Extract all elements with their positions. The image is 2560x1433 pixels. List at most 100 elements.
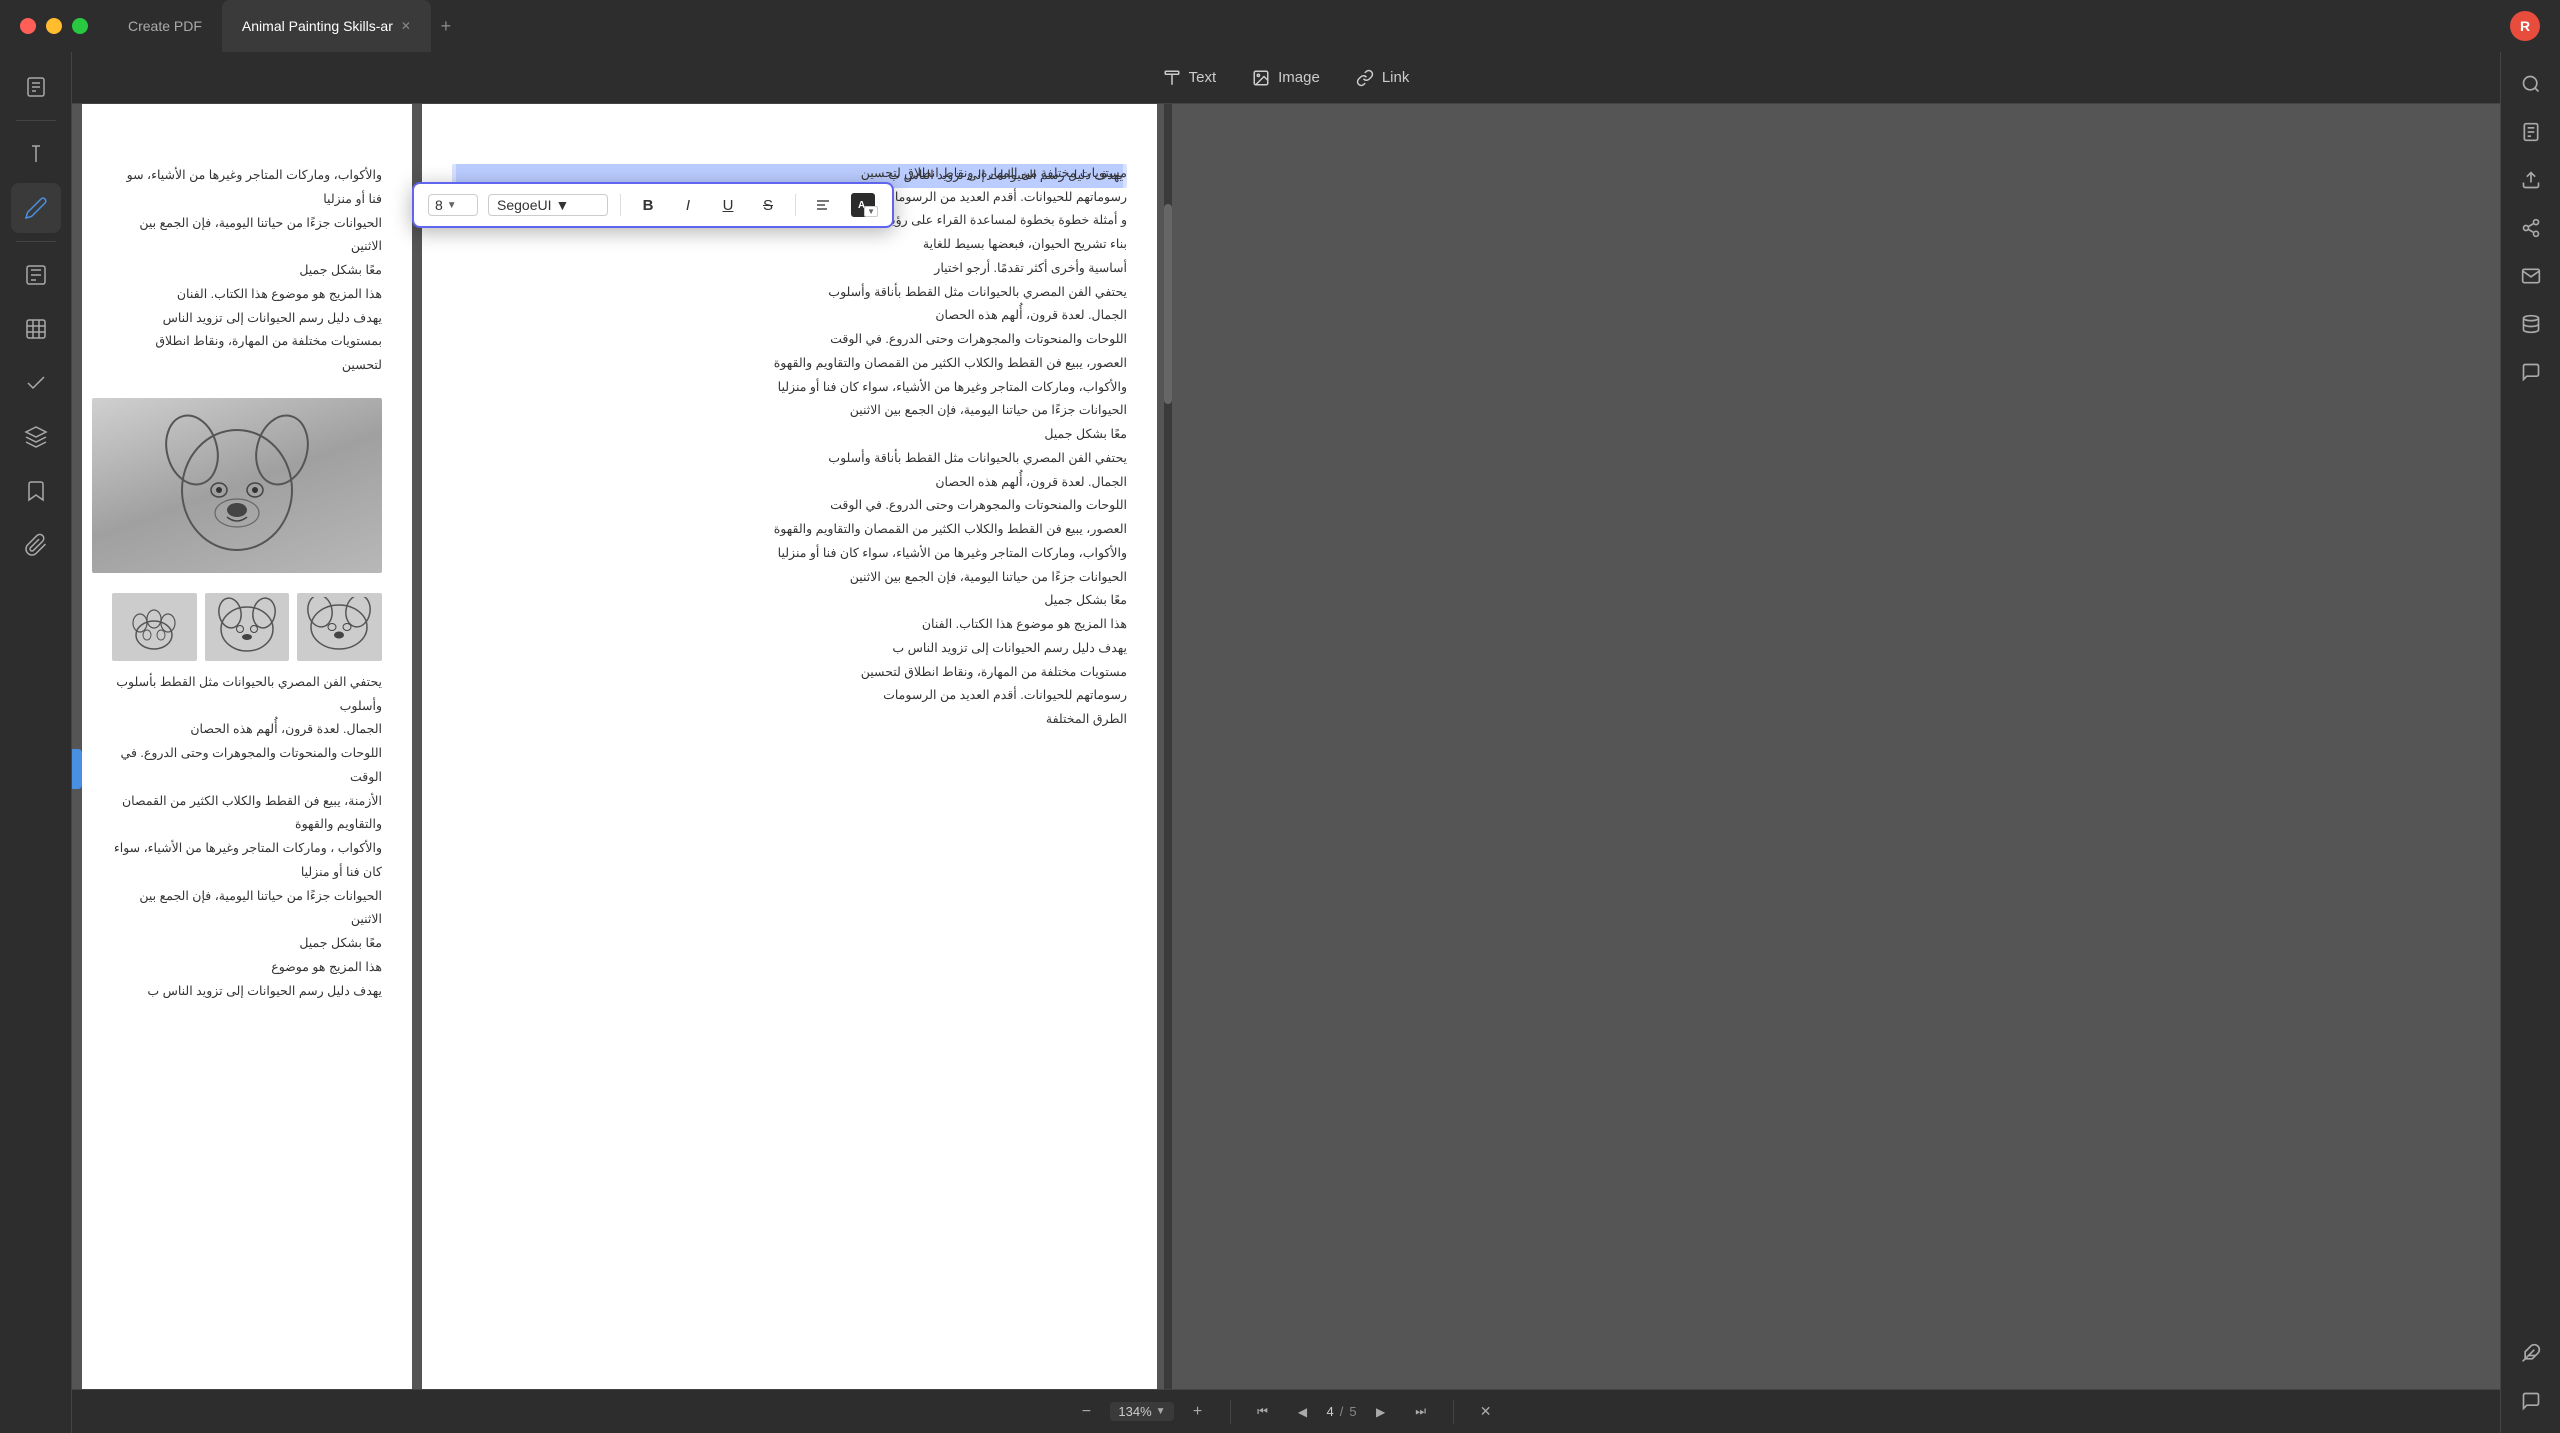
right-pages-icon[interactable] xyxy=(2509,110,2553,154)
forms-icon[interactable] xyxy=(11,250,61,300)
zoom-out-button[interactable]: − xyxy=(1070,1396,1102,1428)
left-line-10: العصور، يبيع فن القطط والكلاب الكثير من … xyxy=(452,352,1127,376)
italic-button[interactable]: I xyxy=(673,191,703,219)
tab-close-icon[interactable]: ✕ xyxy=(401,19,411,33)
text-tool-label: Text xyxy=(1189,69,1217,86)
left-line-7: يحتفي الفن المصري بالحيوانات مثل القطط ب… xyxy=(452,281,1127,305)
page-separator: / xyxy=(1340,1404,1344,1419)
maximize-button[interactable] xyxy=(72,18,88,34)
left-line-21: هذا المزيج هو موضوع هذا الكتاب. الفنان xyxy=(452,613,1127,637)
tab-add-button[interactable]: + xyxy=(431,11,461,41)
layers-icon[interactable] xyxy=(11,412,61,462)
tab-create-pdf[interactable]: Create PDF xyxy=(108,0,222,52)
right-line-4: معًا بشكل جميل xyxy=(112,259,382,283)
right-line-3: الحيوانات جزءًا من حياتنا اليومية، فإن ا… xyxy=(112,212,382,260)
sketch-thumb-1 xyxy=(297,593,382,661)
tab-animal-painting[interactable]: Animal Painting Skills-ar ✕ xyxy=(222,0,431,52)
tab-create-pdf-label: Create PDF xyxy=(128,18,202,34)
minimize-button[interactable] xyxy=(46,18,62,34)
content-area: Text Image Link xyxy=(72,52,2500,1433)
strikethrough-button[interactable]: S xyxy=(753,191,783,219)
main-layout: Text Image Link xyxy=(0,52,2560,1433)
zoom-in-button[interactable]: + xyxy=(1182,1396,1214,1428)
table-icon[interactable] xyxy=(11,304,61,354)
scroll-thumb[interactable] xyxy=(1164,204,1172,404)
left-line-22: يهدف دليل رسم الحيوانات إلى تزويد الناس … xyxy=(452,637,1127,661)
image-tool-button[interactable]: Image xyxy=(1236,60,1336,96)
tab-animal-painting-label: Animal Painting Skills-ar xyxy=(242,18,393,34)
next-page-button[interactable]: ▶ xyxy=(1365,1396,1397,1428)
text-edit-icon[interactable] xyxy=(11,129,61,179)
close-button[interactable] xyxy=(20,18,36,34)
left-line-18: والأكواب، وماركات المتاجر وغيرها من الأش… xyxy=(452,542,1127,566)
left-line-19: الحيوانات جزءًا من حياتنا اليومية، فإن ا… xyxy=(452,566,1127,590)
right-mail-icon[interactable] xyxy=(2509,254,2553,298)
left-line-9: اللوحات والمنحوتات والمجوهرات وحتى الدرو… xyxy=(452,328,1127,352)
pages-icon[interactable] xyxy=(11,62,61,112)
sidebar-grab-handle[interactable] xyxy=(72,749,82,789)
pages-container: والأكواب، وماركات المتاجر وغيرها من الأش… xyxy=(82,104,1172,1433)
link-tool-button[interactable]: Link xyxy=(1340,60,1426,96)
close-status-button[interactable]: ✕ xyxy=(1470,1396,1502,1428)
sidebar-divider-2 xyxy=(16,241,56,242)
zoom-selector[interactable]: 134% ▼ xyxy=(1110,1402,1173,1421)
left-line-14: يحتفي الفن المصري بالحيوانات مثل القطط ب… xyxy=(452,447,1127,471)
left-column-page[interactable]: يهدف دليل رسم الحيوانات إلى تزويد الناس … xyxy=(422,104,1157,1433)
underline-button[interactable]: U xyxy=(713,191,743,219)
prev-page-button[interactable]: ◀ xyxy=(1287,1396,1319,1428)
main-toolbar: Text Image Link xyxy=(72,52,2500,104)
zoom-arrow: ▼ xyxy=(1156,1406,1166,1417)
text-tool-button[interactable]: Text xyxy=(1147,60,1233,96)
sidebar-divider-1 xyxy=(16,120,56,121)
right-line-5: هذا المزيج هو موضوع هذا الكتاب. الفنان xyxy=(112,283,382,307)
sketch-thumbnails xyxy=(112,593,382,661)
left-line-24: رسوماتهم للحيوانات. أقدم العديد من الرسو… xyxy=(452,684,1127,708)
current-page: 4 xyxy=(1327,1404,1334,1419)
right-bottom-5: والأكواب ، وماركات المتاجر وغيرها من الأ… xyxy=(112,837,382,885)
titlebar: Create PDF Animal Painting Skills-ar ✕ +… xyxy=(0,0,2560,52)
left-line-15: الجمال. لعدة قرون، أُلهم هذه الحصان xyxy=(452,471,1127,495)
right-bottom-8: هذا المزيج هو موضوع xyxy=(112,956,382,980)
right-comment-icon[interactable] xyxy=(2509,350,2553,394)
align-button[interactable] xyxy=(808,191,838,219)
left-line-23: مستويات مختلفة من المهارة، ونقاط انطلاق … xyxy=(452,661,1127,685)
right-puzzle-icon[interactable] xyxy=(2509,1331,2553,1375)
right-bottom-6: الحيوانات جزءًا من حياتنا اليومية، فإن ا… xyxy=(112,885,382,933)
image-tool-label: Image xyxy=(1278,69,1320,86)
right-export-icon[interactable] xyxy=(2509,158,2553,202)
last-page-button[interactable]: ⏭ xyxy=(1405,1396,1437,1428)
toolbar-separator-2 xyxy=(795,194,796,216)
right-bottom-3: اللوحات والمنحوتات والمجوهرات وحتى الدرو… xyxy=(112,742,382,790)
font-family-selector[interactable]: SegoeUI ▼ xyxy=(488,194,608,216)
font-size-selector[interactable]: 8 ▼ xyxy=(428,194,478,216)
right-bottom-7: معًا بشكل جميل xyxy=(112,932,382,956)
review-icon[interactable] xyxy=(11,358,61,408)
right-line-2: فنا أو منزليا xyxy=(112,188,382,212)
left-line-17: العصور، يبيع فن القطط والكلاب الكثير من … xyxy=(452,518,1127,542)
right-search-icon[interactable] xyxy=(2509,62,2553,106)
zoom-value: 134% xyxy=(1118,1404,1151,1419)
bookmark-icon[interactable] xyxy=(11,466,61,516)
left-line-20: معًا بشكل جميل xyxy=(452,589,1127,613)
font-family-arrow: ▼ xyxy=(555,197,569,213)
annotate-icon[interactable] xyxy=(11,183,61,233)
right-share-icon[interactable] xyxy=(2509,206,2553,250)
text-color-button[interactable]: A ▼ xyxy=(848,191,878,219)
bold-button[interactable]: B xyxy=(633,191,663,219)
first-page-button[interactable]: ⏮ xyxy=(1247,1396,1279,1428)
right-sidebar xyxy=(2500,52,2560,1433)
scroll-bar[interactable] xyxy=(1164,104,1172,1433)
page-gap xyxy=(412,104,422,1433)
titlebar-right: R xyxy=(2510,11,2560,41)
right-line-7: بمستويات مختلفة من المهارة، ونقاط انطلاق… xyxy=(112,330,382,378)
left-line-6: أساسية وأخرى أكثر تقدمًا. أرجو اختيار xyxy=(452,257,1127,281)
dog-portrait-svg xyxy=(137,405,337,565)
right-storage-icon[interactable] xyxy=(2509,302,2553,346)
right-chat-icon[interactable] xyxy=(2509,1379,2553,1423)
left-line-11: والأكواب، وماركات المتاجر وغيرها من الأش… xyxy=(452,376,1127,400)
page-indicator: 4 / 5 xyxy=(1327,1404,1357,1419)
right-bottom-2: الجمال. لعدة قرون، أُلهم هذه الحصان xyxy=(112,718,382,742)
attachment-icon[interactable] xyxy=(11,520,61,570)
tab-bar: Create PDF Animal Painting Skills-ar ✕ + xyxy=(108,0,461,52)
right-bottom-4: الأزمنة، يبيع فن القطط والكلاب الكثير من… xyxy=(112,790,382,838)
